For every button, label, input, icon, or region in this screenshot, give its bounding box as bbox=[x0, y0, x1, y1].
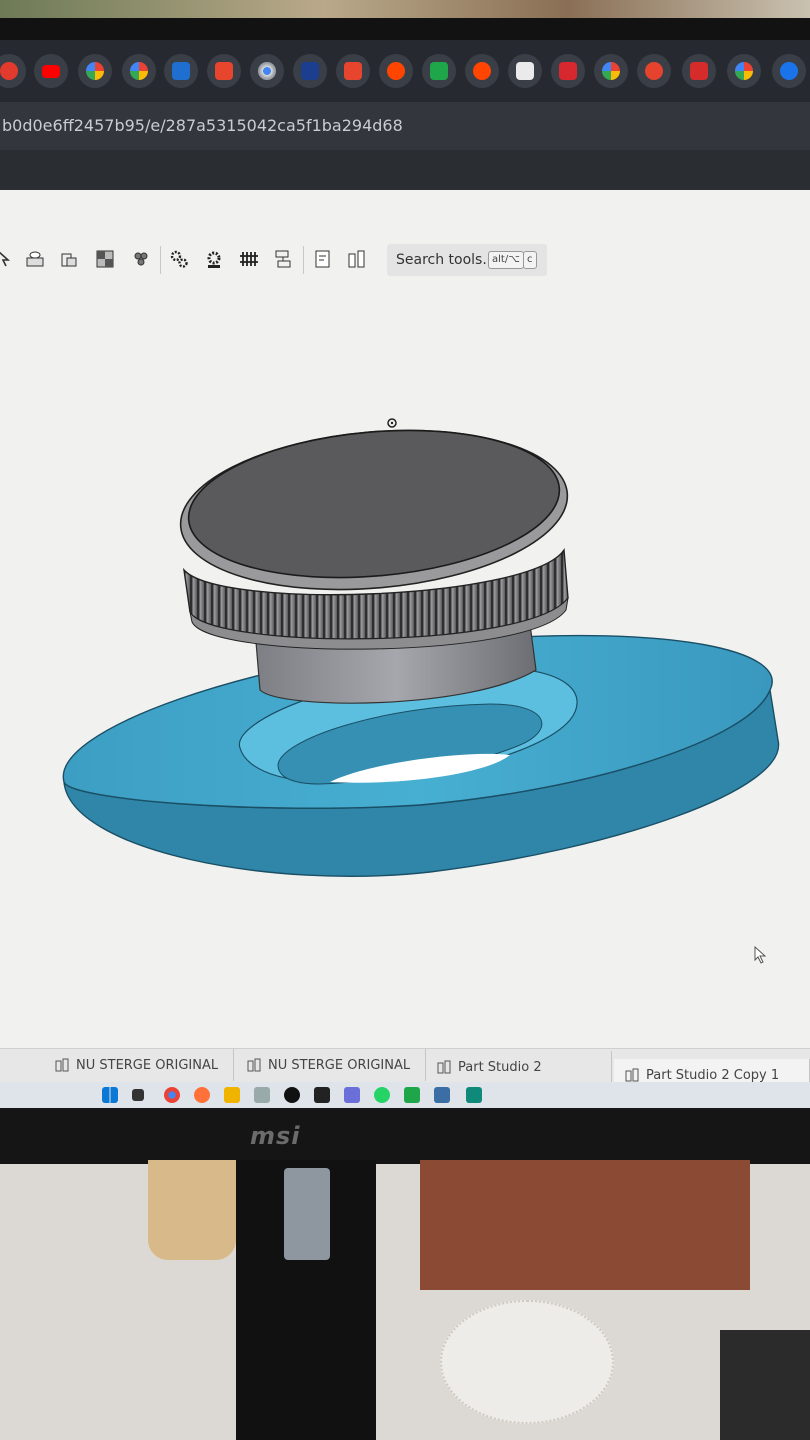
firefox-icon[interactable] bbox=[194, 1087, 210, 1103]
jar-object bbox=[148, 1160, 236, 1260]
dark-app-icon[interactable] bbox=[508, 54, 542, 88]
tab-nu-sterge-original-2[interactable]: NU STERGE ORIGINAL bbox=[236, 1049, 426, 1081]
chrome-taskbar-icon[interactable] bbox=[164, 1087, 180, 1103]
shell-tool-icon[interactable] bbox=[94, 248, 116, 270]
chrome-icon[interactable] bbox=[250, 54, 284, 88]
blue-app-icon[interactable] bbox=[164, 54, 198, 88]
black-device bbox=[720, 1330, 810, 1440]
browser-header-gap bbox=[0, 150, 810, 190]
file-explorer-icon[interactable] bbox=[224, 1087, 240, 1103]
pattern-tool-icon[interactable] bbox=[130, 248, 152, 270]
toolbar-divider bbox=[160, 246, 161, 274]
red-app-icon[interactable] bbox=[0, 54, 26, 88]
3d-model-knob-on-base[interactable] bbox=[50, 410, 790, 900]
gears-tool-icon[interactable] bbox=[168, 248, 190, 270]
google-icon[interactable] bbox=[594, 54, 628, 88]
windows-start-icon[interactable] bbox=[102, 1087, 118, 1103]
tab-label: NU STERGE ORIGINAL bbox=[76, 1057, 219, 1073]
bom-tool-icon[interactable] bbox=[346, 248, 368, 270]
tiktok-icon[interactable] bbox=[284, 1087, 300, 1103]
tab-part-studio-2[interactable]: Part Studio 2 bbox=[426, 1051, 612, 1083]
youtube-icon[interactable] bbox=[34, 54, 68, 88]
part-studio-icon bbox=[247, 1058, 261, 1072]
browser-tab-strip bbox=[0, 40, 810, 102]
wooden-board bbox=[420, 1160, 750, 1290]
part-studio-icon bbox=[625, 1068, 639, 1082]
reddit-icon[interactable] bbox=[379, 54, 413, 88]
green-app-icon[interactable] bbox=[422, 54, 456, 88]
extrude-tool-icon[interactable] bbox=[24, 248, 46, 270]
tab-label: Part Studio 2 Copy 1 bbox=[646, 1067, 780, 1083]
windows-taskbar bbox=[0, 1082, 810, 1110]
red-app-icon[interactable] bbox=[551, 54, 585, 88]
gear-tool-icon[interactable] bbox=[203, 248, 225, 270]
red-doc-icon[interactable] bbox=[207, 54, 241, 88]
google-icon[interactable] bbox=[727, 54, 761, 88]
rack-tool-icon[interactable] bbox=[238, 248, 260, 270]
whatsapp-icon[interactable] bbox=[374, 1087, 390, 1103]
red-star-icon[interactable] bbox=[637, 54, 671, 88]
tab-nu-sterge-original-1[interactable]: NU STERGE ORIGINAL bbox=[44, 1049, 234, 1081]
revolve-tool-icon[interactable] bbox=[58, 248, 80, 270]
sketch-edit-icon[interactable] bbox=[312, 248, 334, 270]
lace-doily bbox=[440, 1300, 614, 1424]
mate-tool-icon[interactable] bbox=[272, 248, 294, 270]
green-app-taskbar-icon[interactable] bbox=[404, 1087, 420, 1103]
tab-label: NU STERGE ORIGINAL bbox=[268, 1057, 411, 1073]
reddit-icon[interactable] bbox=[465, 54, 499, 88]
tab-label: Part Studio 2 bbox=[458, 1059, 542, 1075]
google-icon[interactable] bbox=[78, 54, 112, 88]
blue-gear-icon[interactable] bbox=[772, 54, 806, 88]
shortcut-key-alt: alt/⌥ bbox=[488, 251, 524, 269]
teams-icon[interactable] bbox=[344, 1087, 360, 1103]
search-tools-box[interactable]: Search tools... alt/⌥ c bbox=[387, 244, 547, 276]
part-studio-icon bbox=[437, 1060, 451, 1074]
toolbar-divider bbox=[303, 246, 304, 274]
monitor-bezel-bottom bbox=[0, 1108, 810, 1164]
mouse-cursor-icon bbox=[754, 946, 767, 964]
app-taskbar-icon[interactable] bbox=[254, 1087, 270, 1103]
red-app-icon[interactable] bbox=[682, 54, 716, 88]
dark-app-taskbar-icon[interactable] bbox=[314, 1087, 330, 1103]
blue-app-taskbar-icon[interactable] bbox=[434, 1087, 450, 1103]
monitor-stand-cutout bbox=[284, 1168, 330, 1260]
document-tabs-bar: NU STERGE ORIGINAL NU STERGE ORIGINAL Pa… bbox=[0, 1048, 810, 1091]
select-tool-icon[interactable] bbox=[0, 248, 16, 270]
red-doc-icon[interactable] bbox=[336, 54, 370, 88]
teal-app-taskbar-icon[interactable] bbox=[466, 1087, 482, 1103]
shortcut-key-c: c bbox=[523, 251, 537, 269]
part-studio-icon bbox=[55, 1058, 69, 1072]
search-tools-label: Search tools... bbox=[396, 252, 496, 268]
url-text[interactable]: b0d0e6ff2457b95/e/287a5315042ca5f1ba294d… bbox=[2, 116, 403, 135]
paypal-icon[interactable] bbox=[293, 54, 327, 88]
task-view-icon[interactable] bbox=[132, 1089, 144, 1101]
google-icon[interactable] bbox=[122, 54, 156, 88]
monitor-brand-logo: msi bbox=[250, 1122, 301, 1150]
